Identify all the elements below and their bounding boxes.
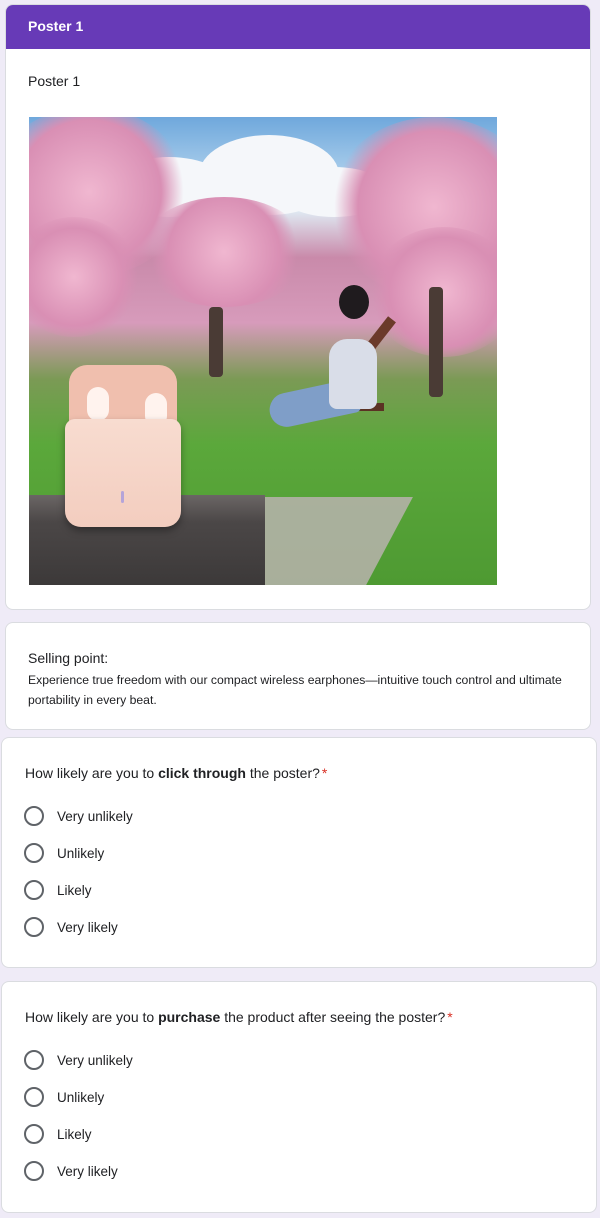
radio-option-unlikely[interactable]: Unlikely (24, 1086, 104, 1108)
question-text-suffix: the product after seeing the poster? (220, 1009, 446, 1025)
radio-button[interactable] (24, 917, 44, 937)
option-label: Very unlikely (57, 1052, 133, 1068)
option-label: Likely (57, 882, 92, 898)
option-label: Unlikely (57, 845, 105, 861)
radio-option-very-likely[interactable]: Very likely (24, 1160, 118, 1182)
radio-option-very-likely[interactable]: Very likely (24, 916, 118, 938)
radio-button[interactable] (24, 843, 44, 863)
question-text-prefix: How likely are you to (25, 1009, 159, 1025)
section-header: Poster 1 (6, 5, 590, 49)
question-text-bold: click through (158, 765, 246, 781)
section-subtitle: Poster 1 (28, 73, 81, 89)
radio-option-likely[interactable]: Likely (24, 1123, 92, 1145)
radio-button[interactable] (24, 1161, 44, 1181)
option-label: Very unlikely (57, 808, 133, 824)
question-title: How likely are you to purchase the produ… (25, 1009, 453, 1025)
selling-point-card: Selling point: Experience true freedom w… (5, 622, 591, 730)
radio-button[interactable] (24, 1050, 44, 1070)
question-title: How likely are you to click through the … (25, 765, 327, 781)
option-label: Unlikely (57, 1089, 105, 1105)
required-asterisk: * (321, 765, 328, 781)
radio-button[interactable] (24, 1124, 44, 1144)
option-label: Likely (57, 1126, 92, 1142)
poster-section-card: Poster 1 Poster 1 (5, 4, 591, 610)
question-card-purchase: How likely are you to purchase the produ… (1, 981, 597, 1213)
radio-option-very-unlikely[interactable]: Very unlikely (24, 805, 133, 827)
option-label: Very likely (57, 1163, 118, 1179)
radio-button[interactable] (24, 1087, 44, 1107)
question-text-prefix: How likely are you to (25, 765, 159, 781)
question-text-bold: purchase (158, 1009, 221, 1025)
question-text-suffix: the poster? (245, 765, 320, 781)
radio-button[interactable] (24, 806, 44, 826)
required-asterisk: * (447, 1009, 453, 1025)
radio-option-very-unlikely[interactable]: Very unlikely (24, 1049, 133, 1071)
poster-image (29, 117, 497, 585)
radio-option-likely[interactable]: Likely (24, 879, 92, 901)
question-card-click-through: How likely are you to click through the … (1, 737, 597, 968)
selling-point-title: Selling point: (28, 650, 109, 666)
radio-button[interactable] (24, 880, 44, 900)
radio-option-unlikely[interactable]: Unlikely (24, 842, 104, 864)
selling-point-text: Experience true freedom with our compact… (28, 673, 562, 707)
option-label: Very likely (57, 919, 118, 935)
